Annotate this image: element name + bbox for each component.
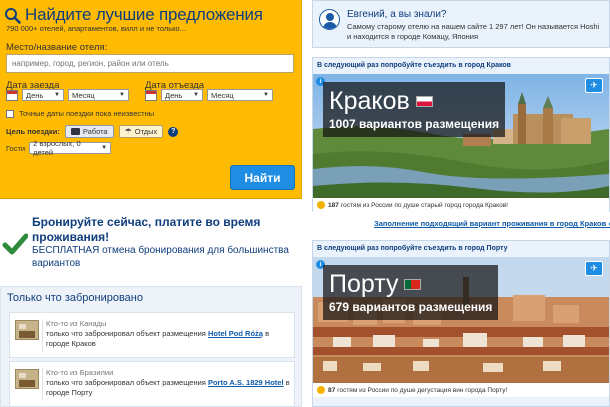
destination-city: Краков xyxy=(329,87,410,115)
hotel-thumbnail[interactable] xyxy=(15,369,39,389)
search-title-row: Найдите лучшие предложения xyxy=(4,5,263,25)
checkout-month-value: Месяц xyxy=(211,90,234,100)
booking-text: только что забронировал объект размещени… xyxy=(46,329,292,349)
destination-overlay: Порту 679 вариантов размещения xyxy=(323,265,499,320)
checkout-row: День ▼ Месяц ▼ xyxy=(145,89,277,101)
guests-count: 187 xyxy=(328,201,339,209)
checkmark-icon xyxy=(2,233,28,255)
guests-value: 2 взрослых, 0 детей xyxy=(33,139,81,157)
flight-icon[interactable]: ✈ xyxy=(585,261,603,276)
umbrella-icon: ☂ xyxy=(124,127,132,136)
flight-icon[interactable]: ✈ xyxy=(585,78,603,93)
destination-photo[interactable]: i ✈ Порту 679 вариантов размещения xyxy=(313,257,609,383)
booker-origin: Кто-то из Бразилии xyxy=(46,368,114,377)
checkin-calendar-icon[interactable] xyxy=(6,89,18,101)
purpose-label: Цель поездки: xyxy=(6,127,60,136)
purpose-rest-button[interactable]: ☂ Отдых xyxy=(118,125,164,138)
portugal-flag-icon xyxy=(404,278,422,290)
recently-booked-panel: Только что забронировано Кто-то из Канад… xyxy=(0,286,302,407)
destination-footer: 87 гостям из России по душе дегустация в… xyxy=(313,383,609,397)
destination-input[interactable] xyxy=(6,54,294,73)
purpose-work-label: Работа xyxy=(82,127,108,136)
checkin-day-value: День xyxy=(26,90,44,100)
user-avatar-icon xyxy=(319,9,340,30)
chevron-down-icon: ▼ xyxy=(54,92,60,98)
checkin-row: День ▼ Месяц ▼ xyxy=(6,89,133,101)
chevron-down-icon: ▼ xyxy=(193,92,199,98)
purpose-rest-label: Отдых xyxy=(134,127,158,136)
suggest-link[interactable]: Заполнение подходящий вариант проживания… xyxy=(374,219,610,228)
checkout-day-value: День xyxy=(165,90,183,100)
recent-booking-item: Кто-то из Бразилии только что заброниров… xyxy=(9,361,295,407)
checkout-calendar-icon[interactable] xyxy=(145,89,157,101)
destination-card-porto[interactable]: В следующий раз попробуйте съездить в го… xyxy=(312,240,610,407)
promo-block: Бронируйте сейчас, платите во время прож… xyxy=(0,213,302,275)
destination-city: Порту xyxy=(329,270,399,298)
search-title: Найдите лучшие предложения xyxy=(25,5,263,24)
flexible-dates-option[interactable]: Точные даты поездки пока неизвестны xyxy=(6,109,154,118)
destination-label: Место/название отеля: xyxy=(6,42,108,53)
help-icon[interactable]: ? xyxy=(168,126,179,137)
divider xyxy=(42,368,43,401)
thumbs-up-icon xyxy=(317,201,325,209)
find-button[interactable]: Найти xyxy=(230,165,295,190)
chevron-down-icon: ▼ xyxy=(119,92,125,98)
guests-count: 87 xyxy=(328,386,336,394)
promo-title: Бронируйте сейчас, платите во время прож… xyxy=(32,215,261,244)
footer-text: гостям из России по душе старый город го… xyxy=(340,201,508,209)
purpose-row: Цель поездки: Работа ☂ Отдых ? xyxy=(6,125,179,138)
destination-overlay: Краков 1007 вариантов размещения xyxy=(323,82,506,137)
destination-header: В следующий раз попробуйте съездить в го… xyxy=(317,62,511,69)
checkout-month-select[interactable]: Месяц ▼ xyxy=(207,89,273,101)
checkout-day-select[interactable]: День ▼ xyxy=(161,89,203,101)
booking-text: только что забронировал объект размещени… xyxy=(46,378,292,398)
checkin-day-select[interactable]: День ▼ xyxy=(22,89,64,101)
chevron-down-icon: ▼ xyxy=(263,92,269,98)
purpose-work-button[interactable]: Работа xyxy=(64,125,114,138)
hotel-thumbnail[interactable] xyxy=(15,320,39,340)
briefcase-icon xyxy=(70,128,80,135)
thumbs-up-icon xyxy=(317,386,325,394)
search-subtitle: 790 000+ отелей, апартаментов, вилл и не… xyxy=(6,24,186,33)
chevron-down-icon: ▼ xyxy=(101,145,108,151)
booker-origin: Кто-то из Канады xyxy=(46,319,107,328)
checkin-month-select[interactable]: Месяц ▼ xyxy=(68,89,129,101)
flexible-dates-checkbox[interactable] xyxy=(6,109,14,118)
tip-text: Самому старому отелю на нашем сайте 1 29… xyxy=(347,22,600,41)
tip-title: Евгений, а вы знали? xyxy=(347,9,447,20)
divider xyxy=(42,319,43,352)
did-you-know-panel: Евгений, а вы знали? Самому старому отел… xyxy=(312,0,610,48)
destination-count: 1007 вариантов размещения xyxy=(329,117,500,131)
booking-text-before: только что забронировал объект размещени… xyxy=(46,378,206,387)
booking-text-before: только что забронировал объект размещени… xyxy=(46,329,206,338)
promo-body: БЕСПЛАТНАЯ отмена бронирования для больш… xyxy=(32,245,289,269)
destination-card-krakow[interactable]: В следующий раз попробуйте съездить в го… xyxy=(312,57,610,212)
guests-label: Гости xyxy=(6,143,26,153)
recently-booked-title: Только что забронировано xyxy=(7,292,143,304)
hotel-link[interactable]: Porto A.S. 1829 Hotel xyxy=(208,378,284,387)
recent-booking-item: Кто-то из Канады только что забронировал… xyxy=(9,312,295,358)
footer-text: гостям из России по душе дегустация вин … xyxy=(337,386,508,394)
destination-header: В следующий раз попробуйте съездить в го… xyxy=(317,245,508,252)
destination-photo[interactable]: i ✈ Краков 1007 вариантов размещения xyxy=(313,74,609,198)
poland-flag-icon xyxy=(415,95,433,107)
hotel-link[interactable]: Hotel Pod Różą xyxy=(208,329,263,338)
guests-row: Гости 2 взрослых, 0 детей ▼ xyxy=(6,139,115,157)
search-panel: Найдите лучшие предложения 790 000+ отел… xyxy=(0,0,302,199)
guests-select[interactable]: 2 взрослых, 0 детей ▼ xyxy=(29,139,112,157)
flexible-dates-label: Точные даты поездки пока неизвестны xyxy=(19,109,155,118)
destination-count: 679 вариантов размещения xyxy=(329,300,493,314)
checkin-month-value: Месяц xyxy=(72,90,95,100)
destination-footer: 187 гостям из России по душе старый горо… xyxy=(313,198,609,212)
search-icon xyxy=(4,7,21,24)
